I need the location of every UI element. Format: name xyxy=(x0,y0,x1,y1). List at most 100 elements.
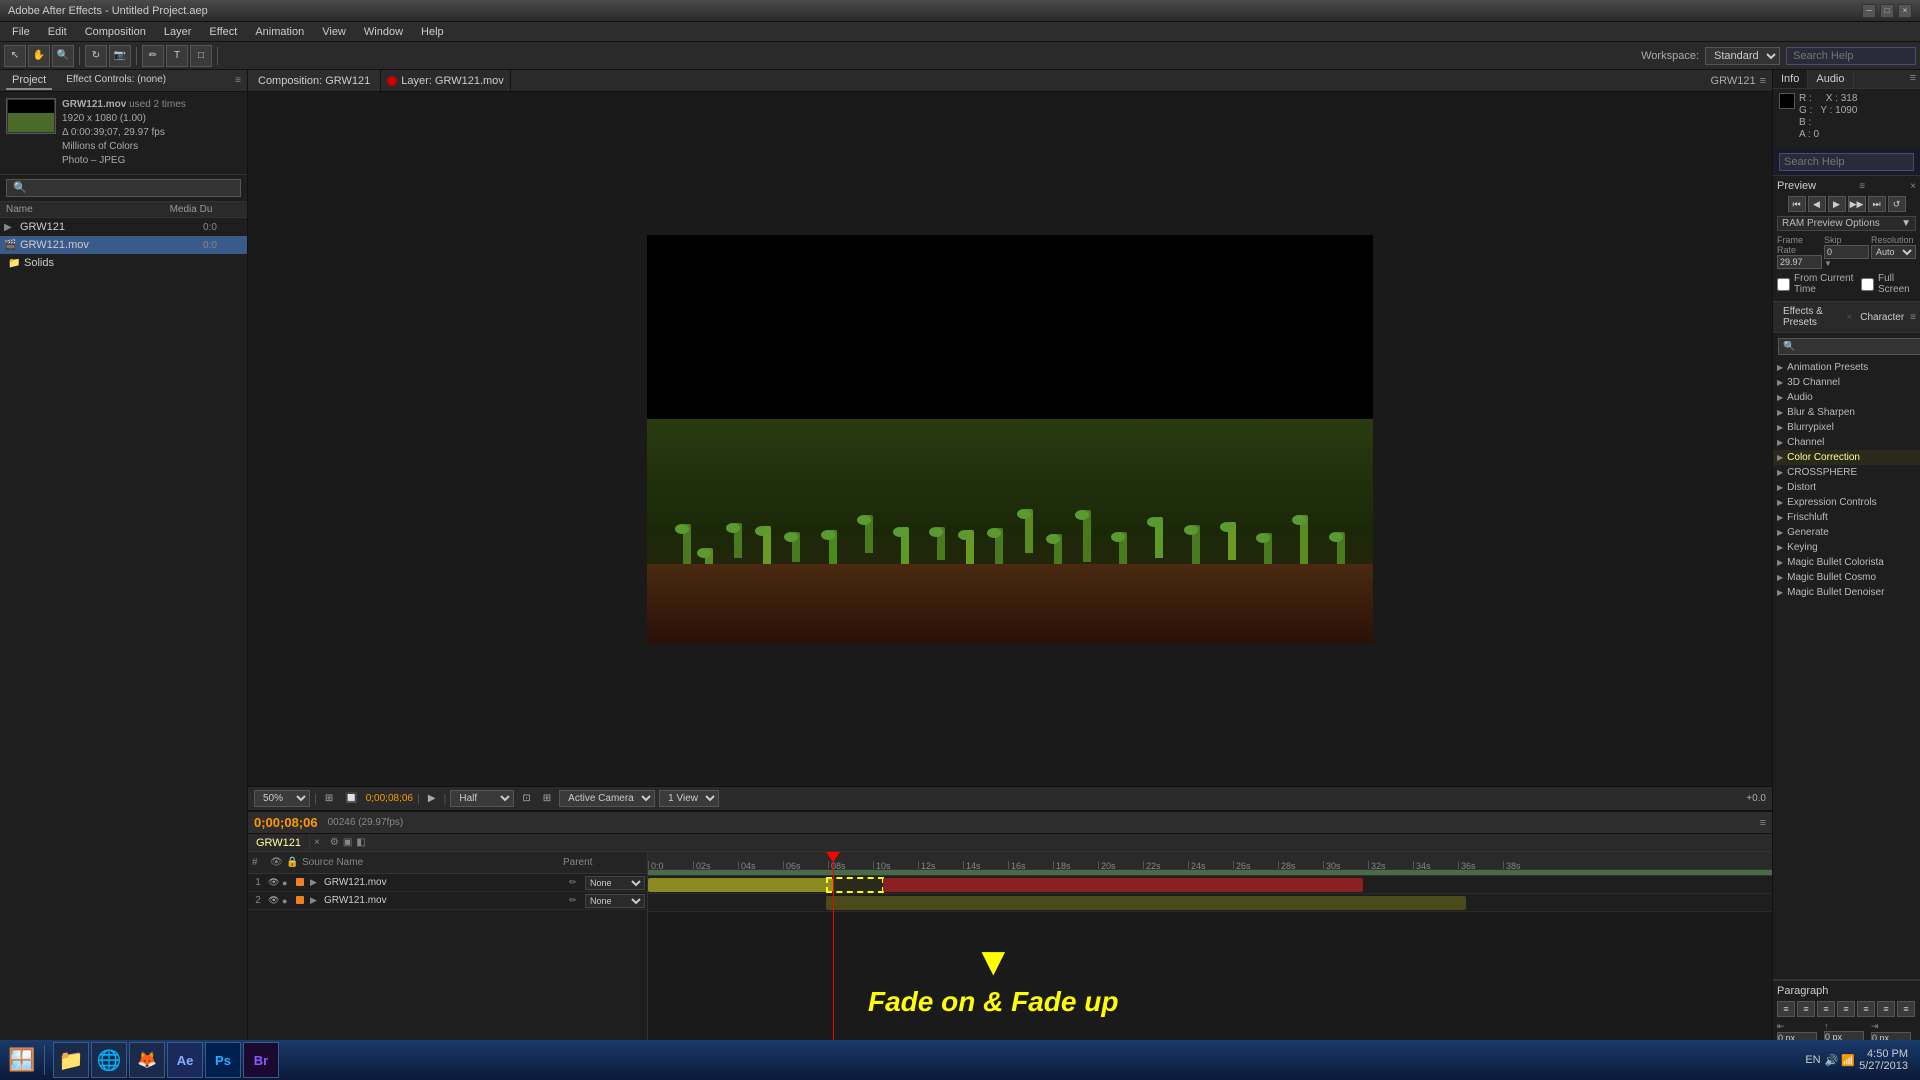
align-justify-center-btn[interactable]: ≡ xyxy=(1877,1001,1895,1017)
align-justify-all-btn[interactable]: ≡ xyxy=(1857,1001,1875,1017)
skip-arrow[interactable]: ▼ xyxy=(1824,259,1869,268)
preview-panel-menu[interactable]: ≡ xyxy=(1859,181,1865,192)
preview-next-frame[interactable]: ▶▶ xyxy=(1848,196,1866,212)
layer-1-eye[interactable]: 👁 xyxy=(268,877,280,888)
tool-camera[interactable]: 📷 xyxy=(109,45,131,67)
effect-group-magic-bullet-denoiser[interactable]: ▶ Magic Bullet Denoiser xyxy=(1773,585,1920,600)
layer-1-edit[interactable]: ✏ xyxy=(569,877,583,888)
preview-close[interactable]: × xyxy=(1910,181,1916,192)
effects-menu-btn[interactable]: ≡ xyxy=(1910,312,1916,323)
tool-hand[interactable]: ✋ xyxy=(28,45,50,67)
preview-loop[interactable]: ↺ xyxy=(1888,196,1906,212)
from-current-time-check[interactable] xyxy=(1777,278,1790,291)
taskbar-ae[interactable]: Ae xyxy=(167,1042,203,1078)
resolution-input[interactable]: Auto xyxy=(1871,245,1916,259)
effect-group-blurrypixel[interactable]: ▶ Blurrypixel xyxy=(1773,420,1920,435)
menu-composition[interactable]: Composition xyxy=(77,24,154,40)
vp-btn-grid[interactable]: ⊞ xyxy=(539,793,555,804)
maximize-btn[interactable]: □ xyxy=(1880,4,1894,18)
preview-play[interactable]: ▶ xyxy=(1828,196,1846,212)
panel-menu-btn[interactable]: ≡ xyxy=(1760,75,1766,87)
effects-tab-2[interactable]: Character xyxy=(1854,310,1910,325)
comp-tab[interactable]: Composition: GRW121 xyxy=(248,70,381,91)
list-item-grw121-comp[interactable]: ▶ GRW121 0:0 xyxy=(0,218,247,236)
align-right-btn[interactable]: ≡ xyxy=(1817,1001,1835,1017)
menu-edit[interactable]: Edit xyxy=(40,24,75,40)
effect-group-expression-controls[interactable]: ▶ Expression Controls xyxy=(1773,495,1920,510)
layer-2-edit[interactable]: ✏ xyxy=(569,895,583,906)
minimize-btn[interactable]: ─ xyxy=(1862,4,1876,18)
tool-select[interactable]: ↖ xyxy=(4,45,26,67)
layer-tab[interactable]: Layer: GRW121.mov xyxy=(381,70,511,91)
layer-row-2[interactable]: 2 👁 ● ▶ GRW121.mov ✏ None xyxy=(248,892,647,910)
taskbar-firefox[interactable]: 🦊 xyxy=(129,1042,165,1078)
effect-group-3d-channel[interactable]: ▶ 3D Channel xyxy=(1773,375,1920,390)
resolution-selector[interactable]: Half Full Quarter xyxy=(450,790,514,807)
left-panel-close[interactable]: ≡ xyxy=(235,75,241,86)
effect-group-animation-presets[interactable]: ▶ Animation Presets xyxy=(1773,360,1920,375)
layer-1-parent[interactable]: None xyxy=(585,876,645,890)
effect-group-keying[interactable]: ▶ Keying xyxy=(1773,540,1920,555)
frame-rate-input[interactable] xyxy=(1777,255,1822,269)
tool-pen[interactable]: ✏ xyxy=(142,45,164,67)
menu-layer[interactable]: Layer xyxy=(156,24,200,40)
workspace-selector[interactable]: Standard xyxy=(1705,47,1780,65)
menu-file[interactable]: File xyxy=(4,24,38,40)
audio-tab[interactable]: Audio xyxy=(1808,70,1853,88)
layer-row-1[interactable]: 1 👁 ● ▶ GRW121.mov ✏ None xyxy=(248,874,647,892)
layer-1-solo[interactable]: ● xyxy=(282,878,294,888)
tl-btn-2[interactable]: ▣ xyxy=(343,837,352,848)
effect-group-magic-bullet-colorista[interactable]: ▶ Magic Bullet Colorista xyxy=(1773,555,1920,570)
project-search-input[interactable] xyxy=(6,179,241,197)
search-help-toolbar[interactable] xyxy=(1786,47,1916,65)
tl-close[interactable]: × xyxy=(310,835,324,850)
menu-help[interactable]: Help xyxy=(413,24,452,40)
tool-zoom[interactable]: 🔍 xyxy=(52,45,74,67)
vp-btn-fit[interactable]: ⊞ xyxy=(321,793,337,804)
vp-btn-toggle[interactable]: ⊡ xyxy=(518,793,534,804)
taskbar-ie[interactable]: 🌐 xyxy=(91,1042,127,1078)
layer-2-parent[interactable]: None xyxy=(585,894,645,908)
taskbar-explorer[interactable]: 📁 xyxy=(53,1042,89,1078)
effects-search-input[interactable] xyxy=(1778,338,1920,355)
effect-group-crossphere[interactable]: ▶ CROSSPHERE xyxy=(1773,465,1920,480)
effect-group-channel[interactable]: ▶ Channel xyxy=(1773,435,1920,450)
full-screen-check[interactable] xyxy=(1861,278,1874,291)
camera-selector[interactable]: Active Camera xyxy=(559,790,655,807)
menu-animation[interactable]: Animation xyxy=(247,24,312,40)
skip-input[interactable] xyxy=(1824,245,1869,259)
align-center-btn[interactable]: ≡ xyxy=(1797,1001,1815,1017)
tool-rotate[interactable]: ↻ xyxy=(85,45,107,67)
window-controls[interactable]: ─ □ × xyxy=(1862,4,1912,18)
preview-skip-start[interactable]: ⏮ xyxy=(1788,196,1806,212)
list-item-grw121-mov[interactable]: 🎬 GRW121.mov 0:0 xyxy=(0,236,247,254)
start-button[interactable]: 🪟 xyxy=(4,1042,40,1078)
effect-group-magic-bullet-cosmo[interactable]: ▶ Magic Bullet Cosmo xyxy=(1773,570,1920,585)
effect-group-color-correction[interactable]: ▶ Color Correction xyxy=(1773,450,1920,465)
info-panel-menu[interactable]: ≡ xyxy=(1906,70,1920,88)
info-tab[interactable]: Info xyxy=(1773,70,1808,88)
align-justify-btn[interactable]: ≡ xyxy=(1837,1001,1855,1017)
tool-shape[interactable]: □ xyxy=(190,45,212,67)
vp-btn-safe[interactable]: 🔲 xyxy=(341,793,361,804)
zoom-selector[interactable]: 50% 100% xyxy=(254,790,310,807)
effect-group-frischluft[interactable]: ▶ Frischluft xyxy=(1773,510,1920,525)
taskbar-ps[interactable]: Ps xyxy=(205,1042,241,1078)
vp-btn-play[interactable]: ▶ xyxy=(424,793,440,804)
project-tab[interactable]: Project xyxy=(6,72,52,90)
tl-btn-1[interactable]: ⚙ xyxy=(330,837,339,848)
timeline-menu-btn[interactable]: ≡ xyxy=(1760,817,1766,829)
align-justify-right-btn[interactable]: ≡ xyxy=(1897,1001,1915,1017)
preview-prev-frame[interactable]: ◀ xyxy=(1808,196,1826,212)
effect-group-blur-sharpen[interactable]: ▶ Blur & Sharpen xyxy=(1773,405,1920,420)
menu-view[interactable]: View xyxy=(314,24,354,40)
layer-2-expand[interactable]: ▶ xyxy=(310,895,322,906)
layer-2-solo[interactable]: ● xyxy=(282,896,294,906)
view-selector[interactable]: 1 View xyxy=(659,790,719,807)
ram-preview-label[interactable]: RAM Preview Options ▼ xyxy=(1777,216,1916,231)
preview-skip-end[interactable]: ⏭ xyxy=(1868,196,1886,212)
taskbar-br[interactable]: Br xyxy=(243,1042,279,1078)
effect-group-distort[interactable]: ▶ Distort xyxy=(1773,480,1920,495)
close-btn[interactable]: × xyxy=(1898,4,1912,18)
layer-1-expand[interactable]: ▶ xyxy=(310,877,322,888)
